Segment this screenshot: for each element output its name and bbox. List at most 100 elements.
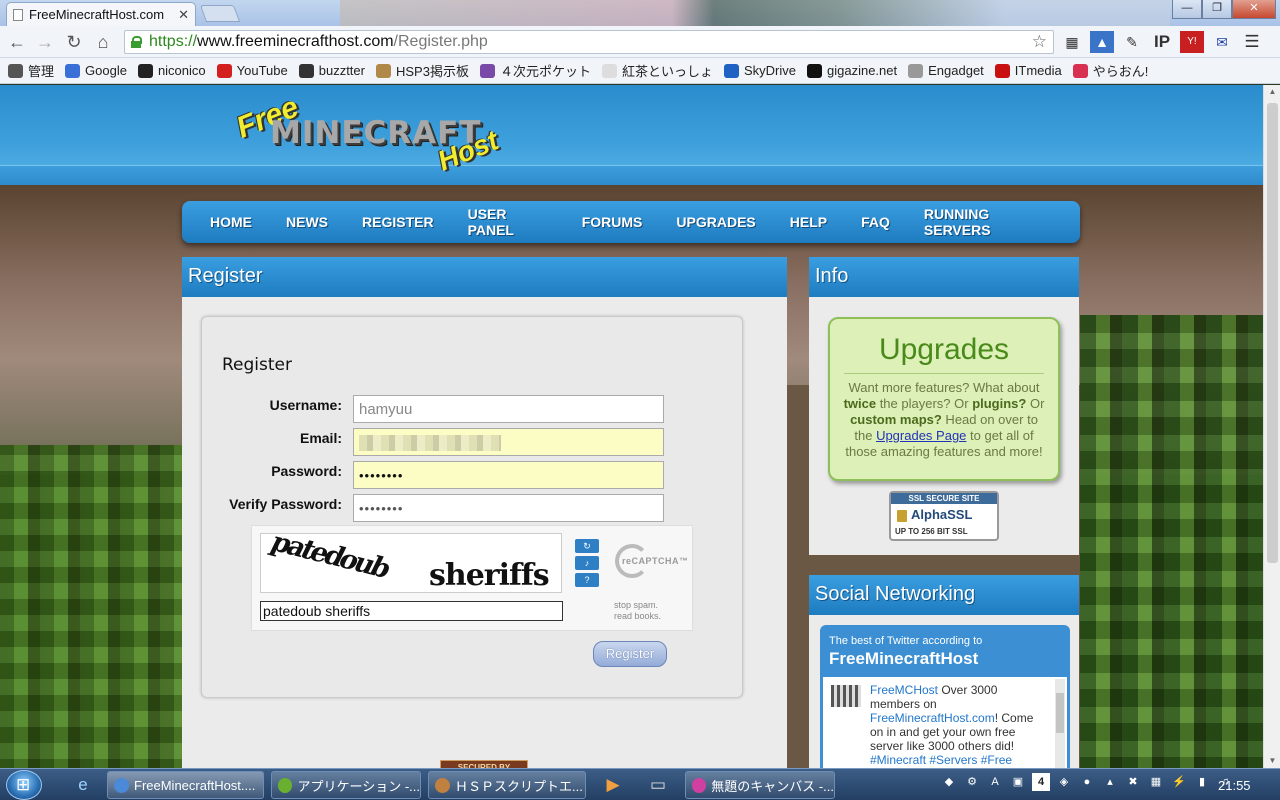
back-arrow-icon[interactable]: ←: [6, 31, 28, 53]
bookmark-item[interactable]: Google: [65, 63, 127, 78]
username-value: hamyuu: [359, 401, 413, 418]
mail-icon[interactable]: ✉: [1210, 31, 1234, 53]
browser-tabstrip: FreeMinecraftHost.com ✕ — ❐ ✕: [0, 0, 1280, 26]
nav-item-register[interactable]: REGISTER: [362, 214, 434, 230]
password-field[interactable]: ••••••••: [353, 461, 664, 489]
nav-item-upgrades[interactable]: UPGRADES: [676, 214, 755, 230]
media-player-icon[interactable]: ▶: [600, 772, 626, 798]
verify-password-field[interactable]: ••••••••: [353, 494, 664, 522]
new-tab-button[interactable]: [199, 5, 241, 22]
network-icon[interactable]: ▦: [1147, 773, 1165, 791]
reload-icon[interactable]: ↻: [63, 31, 85, 53]
address-bar[interactable]: https:// www.freeminecrafthost.com /Regi…: [124, 30, 1054, 54]
browser-tab-active[interactable]: FreeMinecraftHost.com ✕: [6, 2, 196, 26]
captcha-response-value: patedoub sheriffs: [263, 603, 371, 619]
upgrades-page-link[interactable]: Upgrades Page: [876, 428, 966, 443]
background-terrain-right-shade: [1080, 315, 1263, 768]
email-field[interactable]: [353, 428, 664, 456]
site-logo[interactable]: Free MINECRAFT Host: [232, 85, 532, 185]
scrollbar-thumb[interactable]: [1267, 103, 1278, 563]
ie-icon[interactable]: e: [70, 772, 96, 798]
qr-code-icon[interactable]: ▦: [1060, 31, 1084, 53]
close-window-button[interactable]: ✕: [1232, 0, 1276, 19]
home-icon[interactable]: ⌂: [92, 31, 114, 53]
nav-item-news[interactable]: NEWS: [286, 214, 328, 230]
username-field[interactable]: hamyuu: [353, 395, 664, 423]
forward-arrow-icon[interactable]: →: [34, 31, 56, 53]
captcha-response-field[interactable]: patedoub sheriffs: [260, 601, 563, 621]
font-icon[interactable]: A: [986, 773, 1004, 791]
upgrades-bold-twice: twice: [843, 396, 877, 411]
tab-close-icon[interactable]: ✕: [178, 7, 189, 23]
tv-icon: [137, 63, 153, 78]
eyedropper-icon[interactable]: ✎: [1120, 31, 1144, 53]
wrench-menu-icon[interactable]: ☰: [1240, 31, 1264, 53]
tray-icon[interactable]: ✖: [1124, 773, 1142, 791]
tray-number[interactable]: 4: [1032, 773, 1050, 791]
captcha-audio-icon[interactable]: ♪: [575, 556, 599, 570]
nav-item-faq[interactable]: FAQ: [861, 214, 890, 230]
maximize-button[interactable]: ❐: [1202, 0, 1232, 19]
bookmark-item[interactable]: buzztter: [298, 63, 365, 78]
captcha-word-2: sheriffs: [429, 558, 550, 593]
paint-icon: [692, 777, 707, 793]
captcha-refresh-icon[interactable]: ↻: [575, 539, 599, 553]
nav-item-running-servers[interactable]: RUNNING SERVERS: [924, 206, 1046, 238]
taskbar-item-browser[interactable]: FreeMinecraftHost....: [107, 771, 264, 799]
bookmark-item[interactable]: ITmedia: [994, 63, 1062, 78]
tray-icon[interactable]: ●: [1078, 773, 1096, 791]
tweet-avatar[interactable]: [831, 685, 861, 707]
scroll-down-icon[interactable]: ▼: [1264, 754, 1280, 768]
bookmark-item[interactable]: gigazine.net: [807, 63, 897, 78]
cloud-icon: [723, 63, 739, 78]
tweet-site-link[interactable]: FreeMinecraftHost.com: [870, 711, 995, 725]
bookmark-item[interactable]: ４次元ポケット: [479, 61, 591, 80]
nav-item-user-panel[interactable]: USER PANEL: [468, 206, 548, 238]
tray-icon[interactable]: ▣: [1009, 773, 1027, 791]
bookmark-item[interactable]: niconico: [137, 63, 206, 78]
page-scrollbar[interactable]: ▲ ▼: [1263, 85, 1280, 768]
captcha-help-icon[interactable]: ?: [575, 573, 599, 587]
bookmark-label: ITmedia: [1014, 63, 1062, 78]
bookmark-item[interactable]: YouTube: [216, 63, 288, 78]
start-button[interactable]: [6, 770, 42, 800]
image-tool-icon[interactable]: ▲: [1090, 31, 1114, 53]
twitter-widget-subtitle: The best of Twitter according to: [829, 635, 983, 647]
bookmark-star-icon[interactable]: ☆: [1032, 32, 1047, 52]
tweet-user-link[interactable]: FreeMCHost: [870, 683, 938, 697]
taskbar-item-applications[interactable]: アプリケーション -...: [271, 771, 421, 799]
power-icon[interactable]: ⚡: [1170, 773, 1188, 791]
window-icon[interactable]: ▭: [645, 772, 671, 798]
bookmark-item[interactable]: HSP3掲示板: [375, 61, 469, 80]
taskbar-clock[interactable]: 21:55: [1218, 778, 1251, 793]
bookmark-item[interactable]: SkyDrive: [723, 63, 796, 78]
tray-icon[interactable]: ◆: [940, 773, 958, 791]
shield-icon[interactable]: ◈: [1055, 773, 1073, 791]
minimize-button[interactable]: —: [1172, 0, 1202, 19]
bookmark-label: gigazine.net: [827, 63, 898, 78]
taskbar-item-canvas[interactable]: 無題のキャンバス -...: [685, 771, 835, 799]
bookmark-item[interactable]: Engadget: [908, 63, 984, 78]
twitter-widget-title: FreeMinecraftHost: [829, 649, 979, 668]
twitter-feed-scrollbar[interactable]: [1055, 679, 1065, 768]
ip-icon[interactable]: IP: [1150, 31, 1174, 53]
taskbar-item-hsp-script[interactable]: ＨＳＰスクリプトエ...: [428, 771, 586, 799]
scroll-up-icon[interactable]: ▲: [1264, 85, 1280, 99]
signal-icon[interactable]: ▮: [1193, 773, 1211, 791]
nav-item-home[interactable]: HOME: [210, 214, 252, 230]
bookmark-item[interactable]: やらおん!: [1072, 61, 1148, 80]
tweet-hashtags[interactable]: #Minecraft #Servers #Free: [870, 753, 1012, 767]
taskbar-item-label: FreeMinecraftHost....: [134, 777, 256, 793]
hidden-icons-arrow-icon[interactable]: ▴: [1101, 773, 1119, 791]
alphassl-badge[interactable]: SSL SECURE SITE AlphaSSL UP TO 256 BIT S…: [889, 491, 999, 541]
padlock-icon: [897, 509, 907, 522]
secured-by-badge[interactable]: SECURED BY: [440, 760, 528, 768]
verify-password-value: ••••••••: [359, 501, 404, 516]
bookmark-item[interactable]: 紅茶といっしょ: [601, 61, 713, 80]
register-submit-button[interactable]: Register: [593, 641, 667, 667]
bookmark-item[interactable]: 管理: [8, 61, 54, 80]
nav-item-forums[interactable]: FORUMS: [582, 214, 643, 230]
login-icon[interactable]: Y!: [1180, 31, 1204, 53]
tray-icon[interactable]: ⚙: [963, 773, 981, 791]
nav-item-help[interactable]: HELP: [790, 214, 827, 230]
